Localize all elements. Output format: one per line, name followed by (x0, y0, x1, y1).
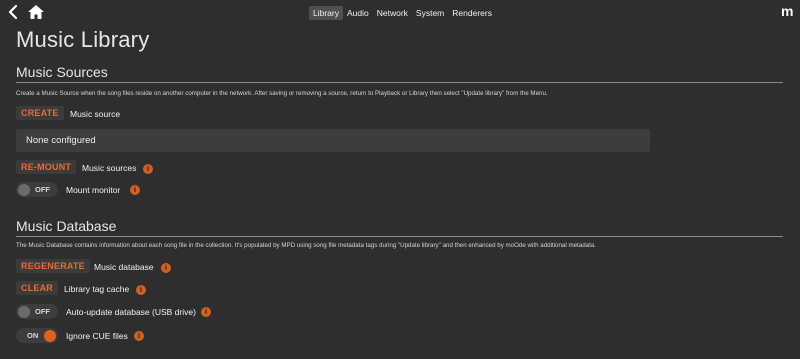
none-configured-text: None configured (26, 135, 96, 146)
toggle-knob (18, 305, 30, 318)
info-icon[interactable]: i (136, 285, 146, 295)
tab-renderers[interactable]: Renderers (448, 6, 496, 20)
tab-network[interactable]: Network (373, 6, 412, 20)
tab-bar: Library Audio Network System Renderers (309, 6, 496, 20)
create-source-label: Music source (70, 109, 121, 119)
home-icon[interactable] (27, 4, 45, 20)
toggle-knob (44, 329, 56, 342)
info-icon[interactable]: i (134, 331, 144, 341)
moode-logo[interactable]: m (781, 3, 793, 19)
top-bar: Library Audio Network System Renderers m (0, 0, 800, 26)
toggle-knob (18, 183, 30, 196)
regenerate-button[interactable]: REGENERATE (16, 259, 90, 273)
remount-label: Music sources (82, 163, 137, 173)
tab-system[interactable]: System (412, 6, 448, 20)
info-icon[interactable]: i (130, 185, 140, 195)
info-icon[interactable]: i (201, 307, 211, 317)
tab-audio[interactable]: Audio (343, 6, 373, 20)
auto-update-label: Auto-update database (USB drive) (66, 307, 196, 317)
auto-update-toggle[interactable]: OFF (16, 304, 58, 319)
mount-monitor-label: Mount monitor (66, 185, 121, 195)
toggle-state: OFF (35, 185, 50, 194)
music-sources-heading: Music Sources (16, 64, 108, 80)
music-database-description: The Music Database contains information … (16, 242, 596, 249)
page-title: Music Library (16, 27, 150, 52)
ignore-cue-label: Ignore CUE files (66, 331, 128, 341)
tab-library[interactable]: Library (309, 6, 343, 20)
info-icon[interactable]: i (161, 263, 171, 273)
mount-monitor-toggle[interactable]: OFF (16, 182, 58, 197)
clear-cache-label: Library tag cache (64, 284, 130, 294)
create-source-button[interactable]: CREATE (16, 106, 64, 120)
back-icon[interactable] (6, 4, 20, 20)
clear-cache-button[interactable]: CLEAR (16, 281, 58, 295)
music-database-heading: Music Database (16, 218, 117, 234)
remount-button[interactable]: RE-MOUNT (16, 160, 77, 174)
regenerate-label: Music database (94, 262, 154, 272)
toggle-state: OFF (35, 307, 50, 316)
ignore-cue-toggle[interactable]: ON (16, 328, 58, 343)
info-icon[interactable]: i (143, 164, 153, 174)
section-divider (16, 236, 783, 237)
sources-list: None configured (16, 129, 650, 152)
section-divider (16, 82, 783, 83)
toggle-state: ON (27, 331, 39, 340)
music-sources-description: Create a Music Source when the song file… (16, 90, 548, 97)
